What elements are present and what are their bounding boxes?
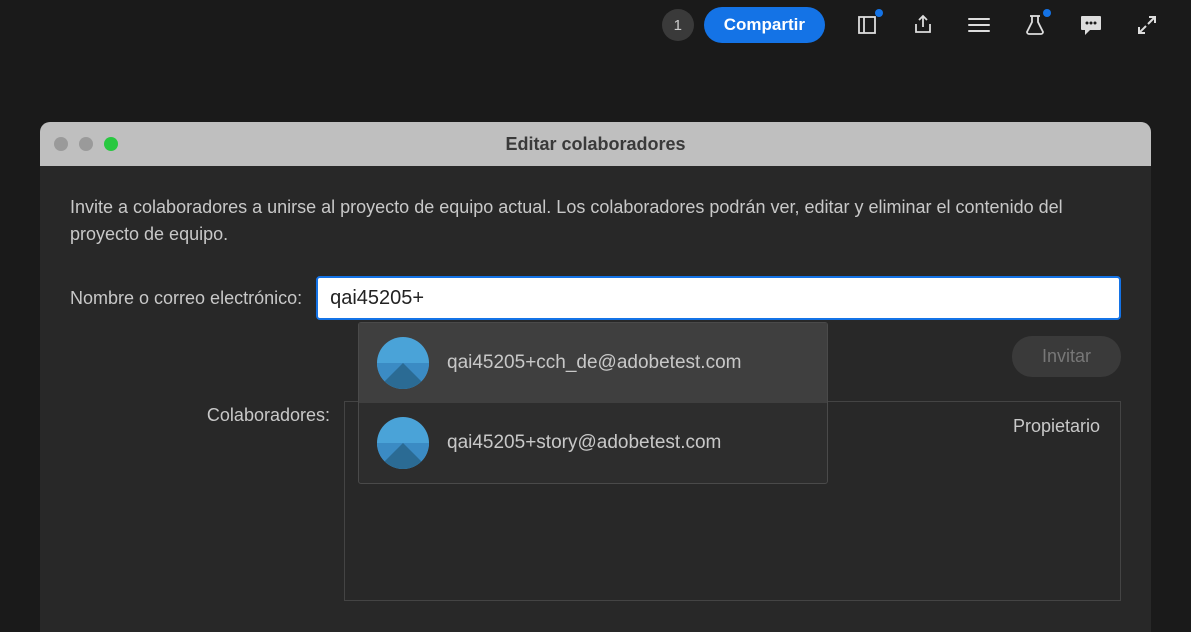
user-count: 1 xyxy=(674,17,682,34)
dialog-title: Editar colaboradores xyxy=(54,134,1137,155)
autocomplete-suggestions: qai45205+cch_de@adobetest.com qai45205+s… xyxy=(358,322,828,484)
suggestion-email: qai45205+story@adobetest.com xyxy=(447,432,721,454)
toolbar-share-group: 1 Compartir xyxy=(662,7,825,43)
maximize-window-button[interactable] xyxy=(104,137,118,151)
minimize-window-button[interactable] xyxy=(79,137,93,151)
suggestion-email: qai45205+cch_de@adobetest.com xyxy=(447,352,741,374)
dialog-description: Invite a colaboradores a unirse al proye… xyxy=(70,194,1121,248)
suggestion-item[interactable]: qai45205+cch_de@adobetest.com xyxy=(359,323,827,403)
beaker-icon[interactable] xyxy=(1021,11,1049,39)
queue-icon[interactable] xyxy=(965,11,993,39)
notification-dot-icon xyxy=(1043,9,1051,17)
email-field-label: Nombre o correo electrónico: xyxy=(70,288,302,309)
comment-icon[interactable] xyxy=(1077,11,1105,39)
library-icon[interactable] xyxy=(853,11,881,39)
dialog-titlebar: Editar colaboradores xyxy=(40,122,1151,166)
avatar-icon xyxy=(377,417,429,469)
export-icon[interactable] xyxy=(909,11,937,39)
share-button[interactable]: Compartir xyxy=(704,7,825,43)
close-window-button[interactable] xyxy=(54,137,68,151)
user-count-badge: 1 xyxy=(662,9,694,41)
email-input-row: Nombre o correo electrónico: xyxy=(70,276,1121,320)
suggestion-item[interactable]: qai45205+story@adobetest.com xyxy=(359,403,827,483)
window-controls xyxy=(54,137,118,151)
expand-icon[interactable] xyxy=(1133,11,1161,39)
avatar-icon xyxy=(377,337,429,389)
app-toolbar: 1 Compartir xyxy=(0,0,1191,50)
notification-dot-icon xyxy=(875,9,883,17)
invite-button[interactable]: Invitar xyxy=(1012,336,1121,377)
email-field[interactable] xyxy=(316,276,1121,320)
owner-role-label: Propietario xyxy=(1013,416,1100,586)
collaborators-label: Colaboradores: xyxy=(70,401,330,601)
